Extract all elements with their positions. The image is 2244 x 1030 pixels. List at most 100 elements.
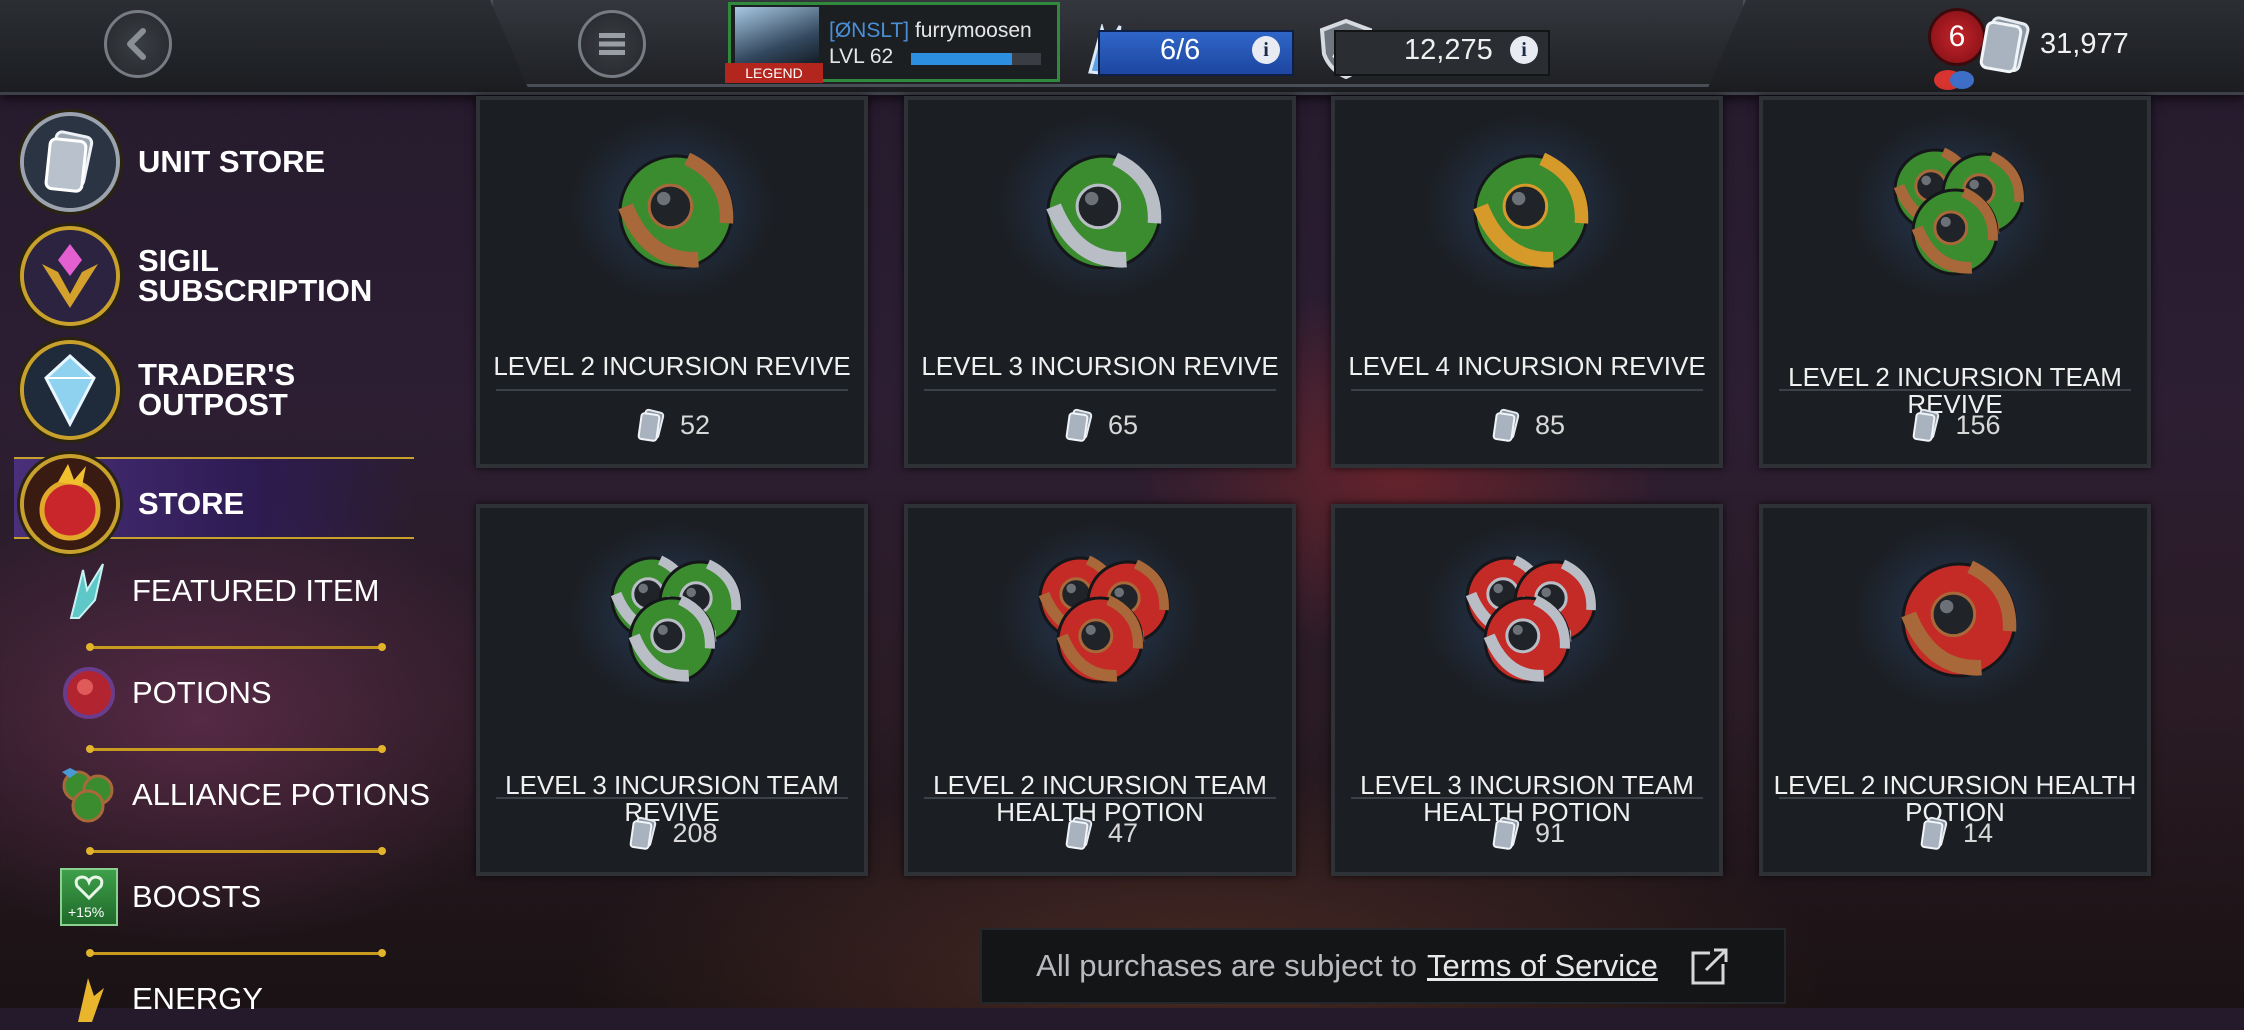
units-icon [1492,816,1520,850]
legend-rank-tag: LEGEND [725,63,823,83]
potion-orb-icon [1038,555,1170,684]
alliance-tag: [ØNSLT] [829,19,910,42]
sidebar-item-traders-outpost[interactable]: TRADER'S OUTPOST [20,340,295,440]
units-icon [1920,816,1948,850]
store-item-card[interactable]: LEVEL 3 INCURSION TEAM REVIVE 208 [476,504,868,876]
price-value: 47 [1107,817,1139,848]
price-value: 85 [1534,409,1566,440]
divider [86,643,386,651]
username: furrymoosen [914,19,1032,42]
item-price: 156 [1763,408,2147,442]
chevron-left-icon [127,28,146,60]
units-balance: 31,977 [2040,28,2129,60]
sidebar-label: POTIONS [132,675,272,710]
store-item-card[interactable]: LEVEL 2 INCURSION TEAM REVIVE 156 [1759,96,2151,468]
divider [86,949,386,957]
hamburger-icon [599,33,625,55]
sidebar-label: ALLIANCE POTIONS [132,777,431,812]
divider [924,797,1276,799]
divider [86,847,386,855]
potion-orb-icon [1465,555,1597,684]
sidebar-item-energy[interactable]: ENERGY [58,968,263,1030]
potion-orb-icon [1901,560,2017,678]
player-profile[interactable]: LEGEND [ØNSLT] furrymoosen LVL 62 [725,2,1060,83]
avatar [735,7,819,69]
xp-bar-fill [911,53,1013,65]
energy-info-icon[interactable]: i [1252,36,1280,64]
item-price: 47 [908,816,1292,850]
sidebar-label: FEATURED ITEM [132,573,380,608]
divider [496,797,848,799]
sidebar-label: BOOSTS [132,879,262,914]
top-bar: LEGEND [ØNSLT] furrymoosen LVL 62 6/6 i … [0,0,2244,95]
price-value: 52 [679,409,711,440]
terms-text: All purchases are subject to [1036,948,1417,983]
divider [924,389,1276,391]
external-link-icon[interactable] [1690,946,1730,986]
crystal-icon [20,340,120,440]
energy-item-icon [58,968,120,1030]
item-title: LEVEL 2 INCURSION REVIVE [493,350,851,381]
sidebar-label: UNIT STORE [138,144,326,179]
potion-orb-icon [1473,152,1589,270]
menu-button[interactable] [578,10,646,78]
divider [1779,797,2131,799]
alliance-potions-icon [58,764,120,826]
units-icon [630,816,657,850]
item-price: 14 [1763,816,2147,850]
sidebar-label: ENERGY [132,981,263,1016]
units-icon[interactable] [1974,14,2036,76]
store-item-card[interactable]: LEVEL 2 INCURSION REVIVE 52 [476,96,868,468]
unit-store-icon [20,112,120,212]
divider [496,389,848,391]
store-icon [20,454,120,554]
terms-notice: All purchases are subject to Terms of Se… [980,928,1786,1004]
divider [86,745,386,753]
potion-icon [58,662,120,724]
divider [1351,797,1703,799]
player-name: [ØNSLT] furrymoosen [829,19,1032,43]
item-price: 85 [1335,408,1719,442]
sidebar-label: SIGIL SUBSCRIPTION [138,243,373,308]
sidebar-item-sigil-subscription[interactable]: SIGIL SUBSCRIPTION [20,226,372,326]
potion-orb-icon [1893,147,2025,276]
item-price: 65 [908,408,1292,442]
sidebar-item-potions[interactable]: POTIONS [58,662,272,724]
store-item-card[interactable]: LEVEL 2 INCURSION TEAM HEALTH POTION 47 [904,504,1296,876]
units-icon [637,408,665,442]
rank-info-icon[interactable]: i [1510,36,1538,64]
store-item-card[interactable]: LEVEL 3 INCURSION REVIVE 65 [904,96,1296,468]
potion-orb-icon [610,555,742,684]
store-item-card[interactable]: LEVEL 2 INCURSION HEALTH POTION 14 [1759,504,2151,876]
sidebar-item-boosts[interactable]: +15% BOOSTS [58,866,261,928]
store-item-card[interactable]: LEVEL 4 INCURSION REVIVE 85 [1331,96,1723,468]
item-title: LEVEL 3 INCURSION REVIVE [921,350,1279,381]
sidebar-item-featured-item[interactable]: FEATURED ITEM [58,560,379,622]
xp-bar [911,53,1041,65]
energy-value: 6/6 [1160,34,1201,66]
sidebar-item-alliance-potions[interactable]: ALLIANCE POTIONS [58,764,430,826]
price-value: 14 [1962,817,1994,848]
back-button[interactable] [104,10,172,78]
units-icon [1065,408,1093,442]
featured-item-icon [58,560,120,622]
rank-score-value: 12,275 [1404,34,1493,66]
sigil-icon [20,226,120,326]
item-price: 91 [1335,816,1719,850]
terms-of-service-link[interactable]: Terms of Service [1427,948,1658,984]
sidebar-item-unit-store[interactable]: UNIT STORE [20,112,325,212]
store-item-card[interactable]: LEVEL 3 INCURSION TEAM HEALTH POTION 91 [1331,504,1723,876]
store-sidebar: UNIT STORE SIGIL SUBSCRIPTION TRADER'S O… [0,92,460,1022]
price-value: 156 [1955,409,2001,440]
boosts-icon: +15% [58,866,120,928]
units-icon [1913,408,1940,442]
sidebar-item-store[interactable]: STORE [20,454,244,554]
item-title: LEVEL 4 INCURSION REVIVE [1348,350,1706,381]
potion-orb-icon [618,152,734,270]
divider [1351,389,1703,391]
units-icon [1065,816,1093,850]
boost-badge: +15% [68,904,105,920]
item-price: 208 [480,816,864,850]
price-value: 208 [672,817,718,848]
sidebar-label: STORE [138,486,245,521]
